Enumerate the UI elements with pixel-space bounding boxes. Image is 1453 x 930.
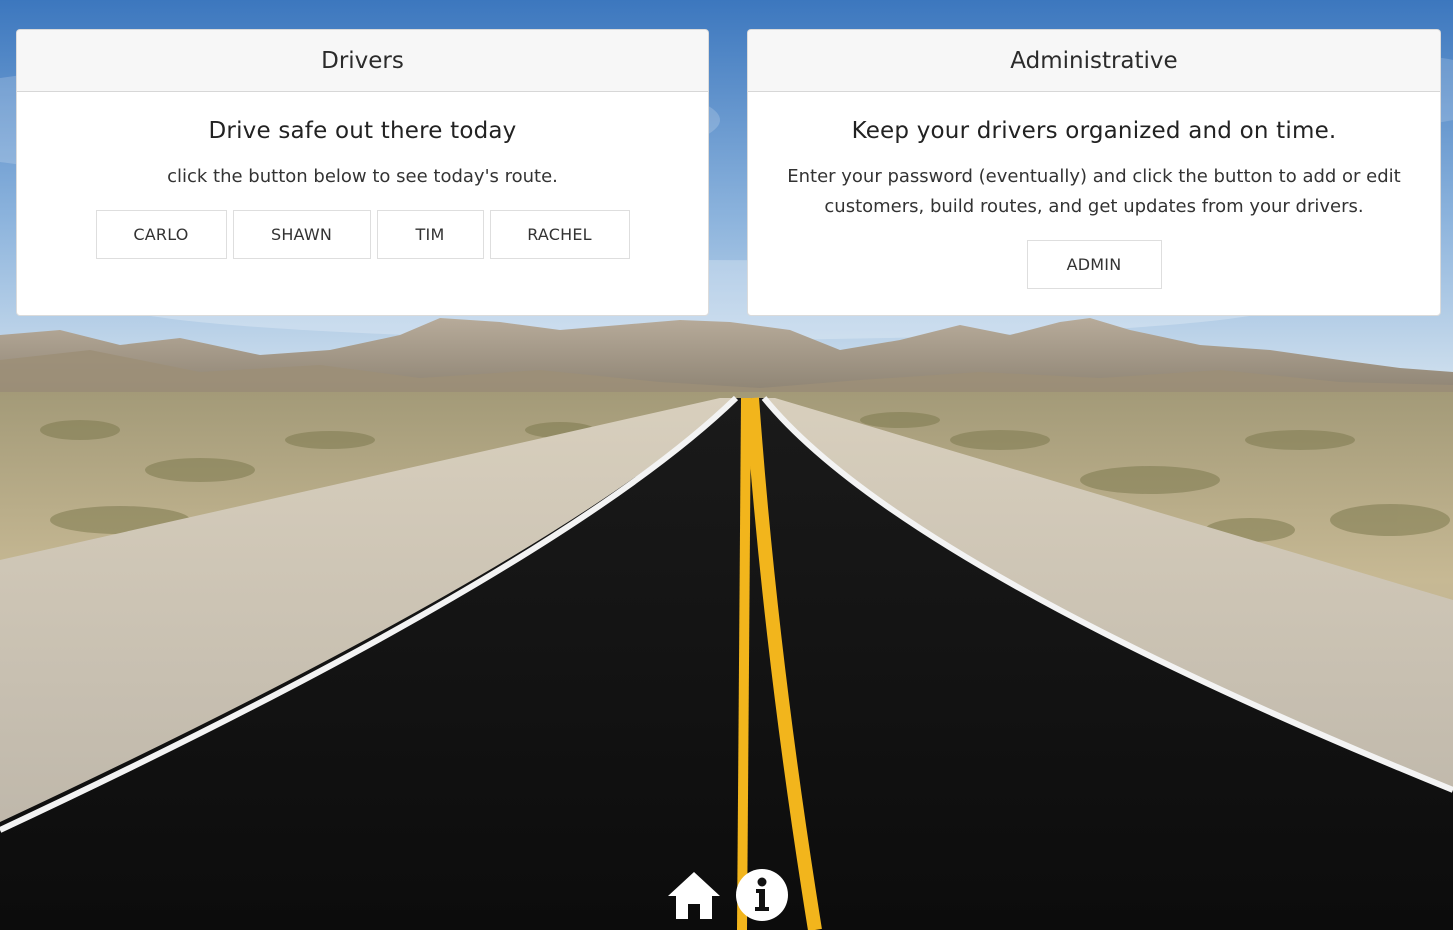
carlo-button[interactable]: CARLO (95, 210, 227, 259)
admin-card-header: Administrative (748, 30, 1440, 92)
drivers-card-title: Drive safe out there today (208, 118, 517, 144)
drivers-card-header: Drivers (17, 30, 708, 92)
driver-buttons: CARLO SHAWN TIM RACHEL (17, 210, 708, 259)
admin-card-text: Enter your password (eventually) and cli… (787, 166, 1401, 217)
admin-card-body: Keep your drivers organized and on time.… (748, 92, 1440, 289)
drivers-card-body: Drive safe out there today click the but… (17, 92, 708, 259)
bottom-nav (667, 868, 789, 922)
admin-card-title: Keep your drivers organized and on time. (851, 118, 1337, 144)
admin-button[interactable]: ADMIN (1026, 240, 1162, 289)
drivers-card-text: click the button below to see today's ro… (167, 166, 558, 187)
rachel-button[interactable]: RACHEL (489, 210, 630, 259)
page: Drivers Drive safe out there today click… (0, 0, 1453, 930)
info-icon[interactable] (735, 868, 789, 922)
home-icon[interactable] (667, 870, 721, 920)
drivers-card: Drivers Drive safe out there today click… (16, 29, 709, 316)
tim-button[interactable]: TIM (376, 210, 484, 259)
shawn-button[interactable]: SHAWN (232, 210, 371, 259)
admin-card: Administrative Keep your drivers organiz… (747, 29, 1441, 316)
admin-buttons: ADMIN (748, 240, 1440, 289)
